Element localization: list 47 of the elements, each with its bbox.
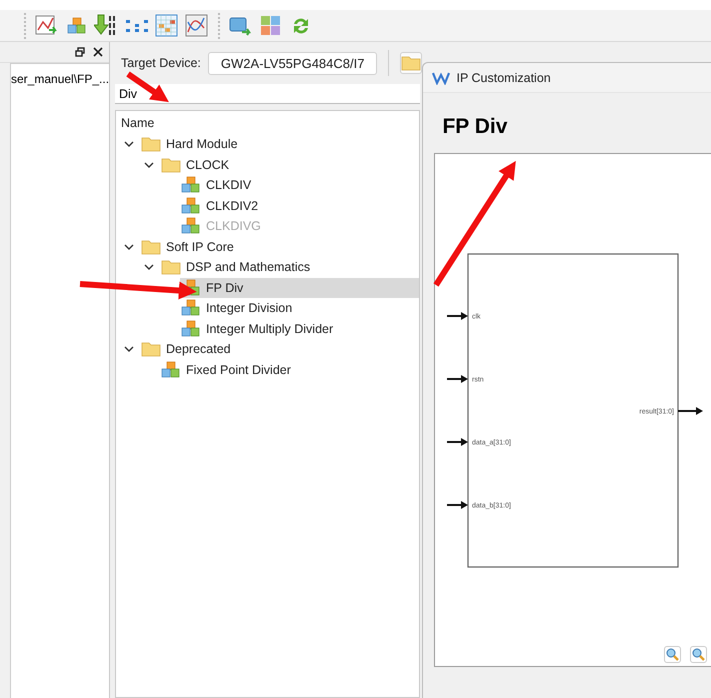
cubes-icon bbox=[181, 196, 201, 215]
restore-icon[interactable] bbox=[75, 47, 85, 57]
logo-icon bbox=[432, 70, 450, 84]
port-arrow bbox=[447, 501, 468, 509]
folder-icon bbox=[161, 259, 181, 276]
file-path: ser_manuel\FP_... bbox=[11, 72, 110, 86]
magnifier-icon bbox=[666, 648, 680, 661]
tree-item[interactable]: Soft IP Core bbox=[140, 236, 420, 257]
tree-item[interactable]: Integer Multiply Divider bbox=[180, 318, 420, 339]
tree-item[interactable]: Fixed Point Divider bbox=[160, 360, 420, 380]
cubes-icon bbox=[161, 360, 181, 379]
device-field[interactable]: GW2A-LV55PG484C8/I7 bbox=[208, 52, 378, 74]
folder-icon bbox=[141, 238, 161, 255]
zoom-out-button[interactable] bbox=[690, 646, 708, 663]
chevron-icon[interactable] bbox=[144, 263, 154, 272]
tree-item[interactable]: Integer Division bbox=[180, 298, 420, 318]
tree-item[interactable]: CLOCK bbox=[160, 154, 420, 175]
tree-item[interactable]: DSP and Mathematics bbox=[160, 257, 420, 278]
cubes-icon bbox=[181, 217, 201, 236]
tree-item[interactable]: FP Div bbox=[180, 278, 420, 298]
port-arrow bbox=[447, 375, 468, 383]
cubes-icon bbox=[181, 299, 201, 318]
port-arrow bbox=[447, 438, 468, 446]
dialog-title: IP Customization bbox=[456, 70, 551, 84]
cubes-icon bbox=[181, 176, 201, 194]
chevron-icon[interactable] bbox=[124, 140, 134, 148]
zoom-in-button[interactable] bbox=[664, 646, 682, 663]
port-arrow bbox=[447, 312, 468, 320]
port-arrow bbox=[678, 407, 704, 415]
tree-item[interactable]: CLKDIV2 bbox=[180, 196, 420, 216]
close-icon[interactable] bbox=[93, 47, 103, 57]
cubes-icon bbox=[181, 320, 201, 338]
tree-item[interactable]: Hard Module bbox=[140, 134, 420, 154]
tree-item[interactable]: Deprecated bbox=[140, 339, 420, 360]
folder-icon bbox=[141, 136, 161, 152]
chevron-icon[interactable] bbox=[144, 160, 154, 169]
ip-heading: FP Div bbox=[441, 114, 508, 133]
folder-icon bbox=[401, 55, 422, 71]
field-label: Target Device: bbox=[121, 56, 201, 70]
chevron-icon[interactable] bbox=[124, 345, 134, 354]
chevron-icon[interactable] bbox=[124, 242, 134, 251]
tree-item[interactable]: CLKDIV bbox=[180, 175, 420, 196]
column-header: Name bbox=[120, 115, 156, 132]
folder-icon bbox=[141, 341, 161, 358]
search-field[interactable]: Div bbox=[115, 84, 420, 104]
magnifier-icon bbox=[692, 648, 706, 661]
folder-icon bbox=[161, 156, 181, 173]
